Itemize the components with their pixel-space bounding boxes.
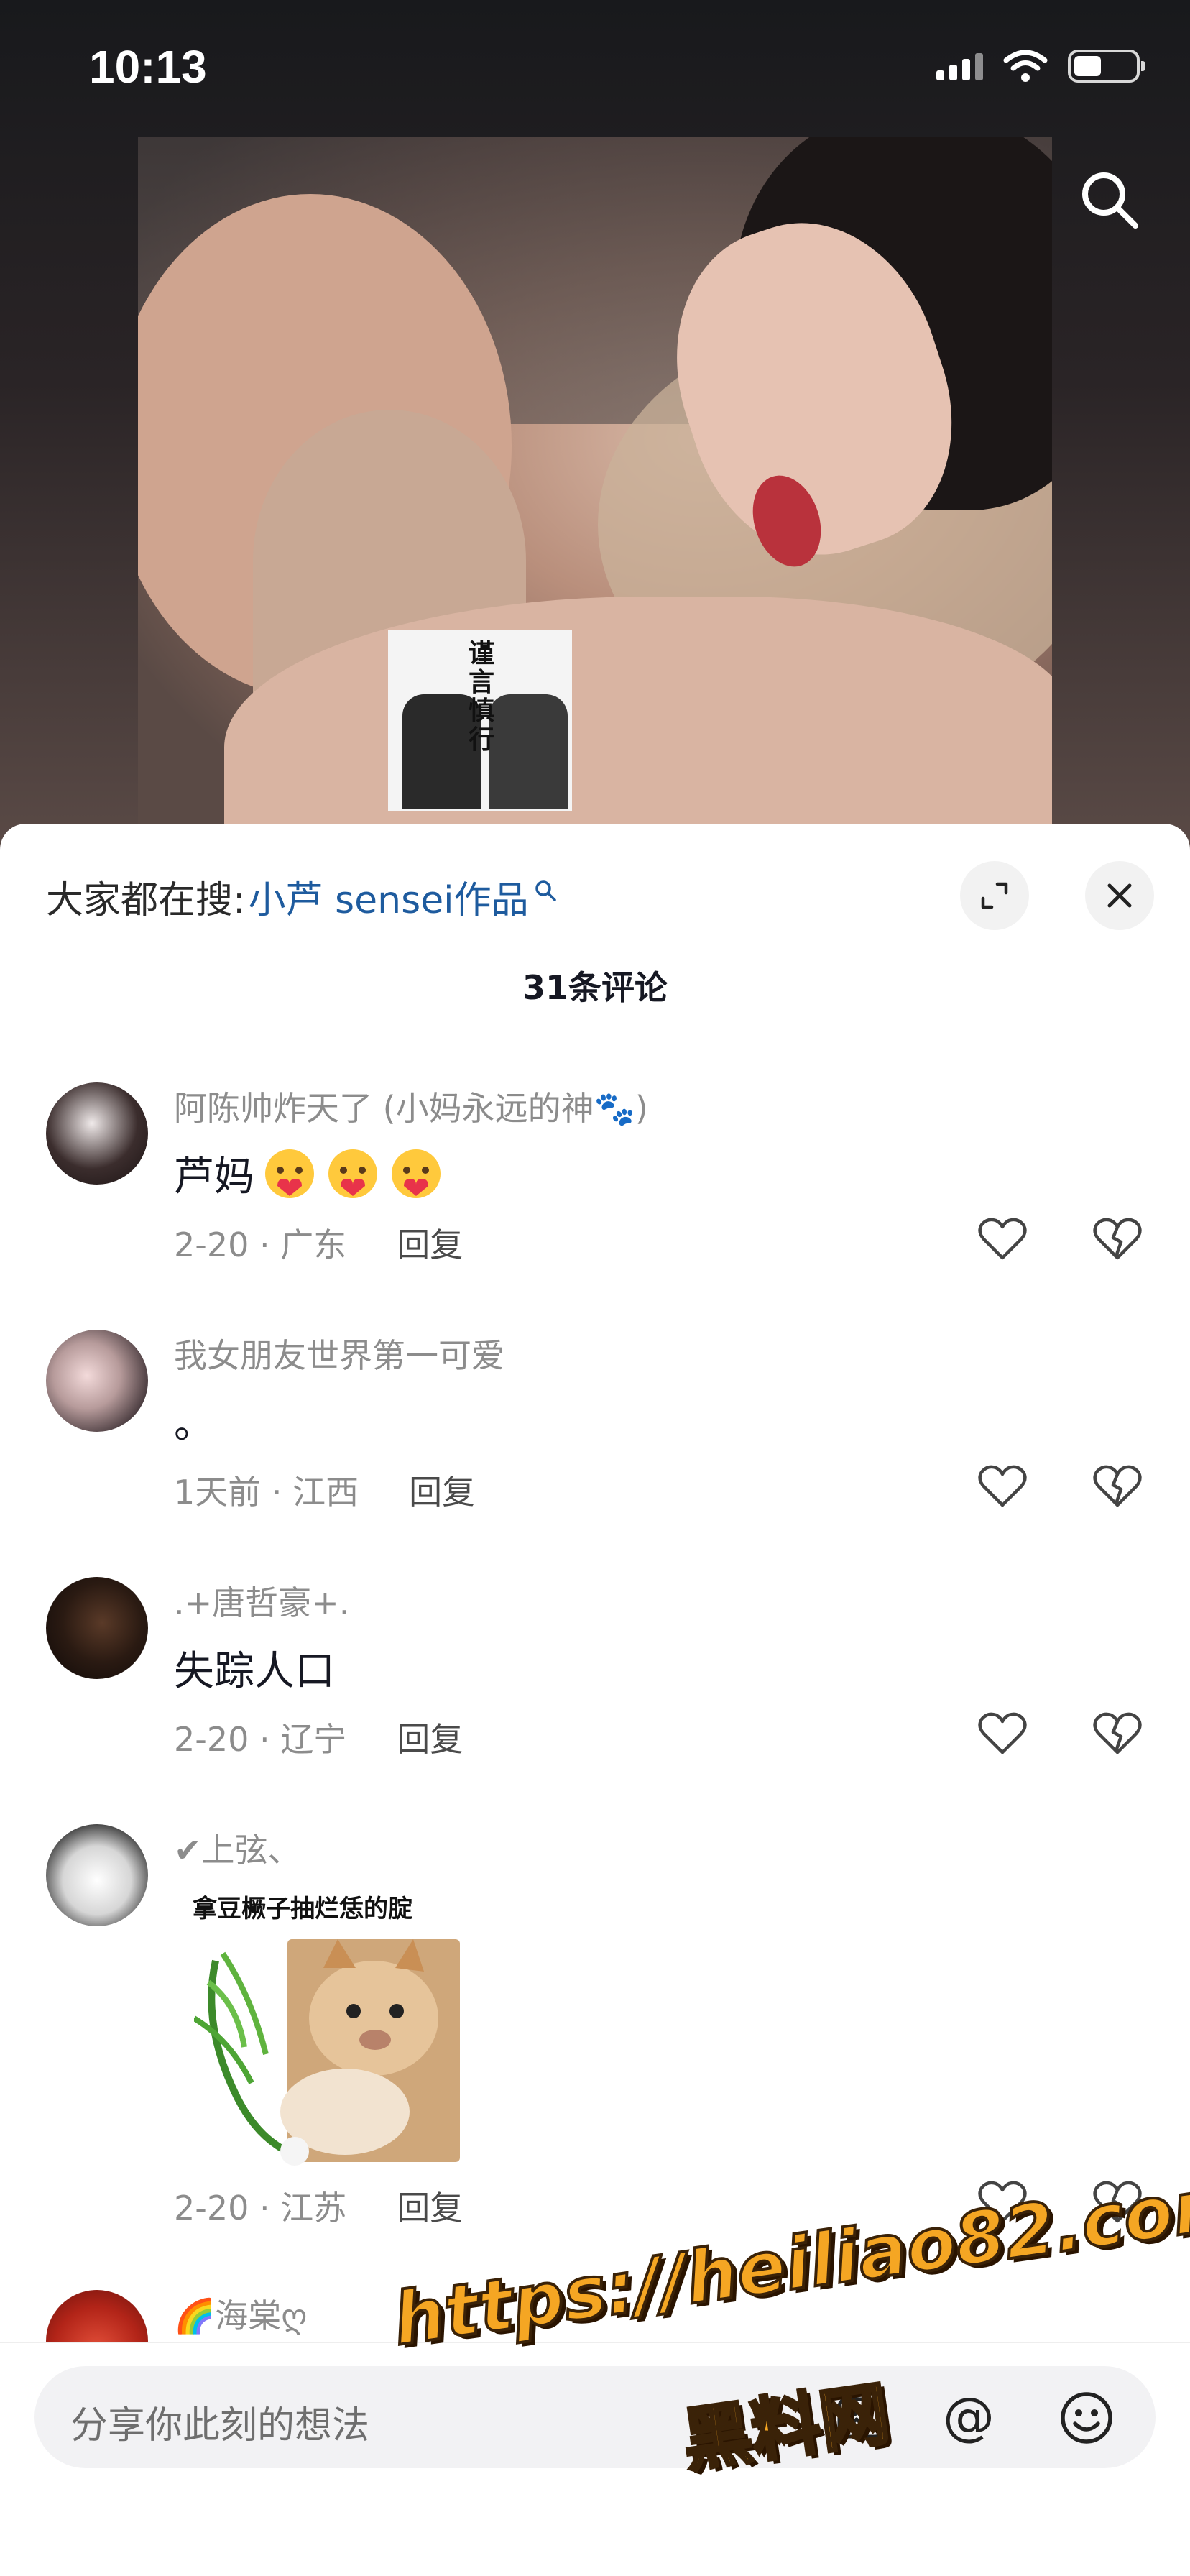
comment-meta: 2-20 · 辽宁 回复 [174, 1714, 463, 1761]
comment-author[interactable]: .+唐哲豪+. [174, 1577, 349, 1624]
search-icon [535, 880, 556, 901]
avatar[interactable] [46, 1824, 148, 1926]
heart-icon[interactable] [977, 1711, 1028, 1757]
video-sticker-caption: 谨言慎行 [468, 639, 494, 755]
close-icon [1107, 883, 1132, 908]
comment-date-location: 2-20 · 广东 [174, 1225, 347, 1264]
cat-sticker-image [192, 1939, 460, 2166]
comment-meta: 1天前 · 江西 回复 [174, 1466, 475, 1514]
comment-date-location: 1天前 · 江西 [174, 1473, 359, 1512]
hot-search-link[interactable]: 小芦 sensei作品 [249, 870, 529, 924]
search-icon[interactable] [1076, 167, 1143, 233]
comment-text-content: 芦妈 [174, 1154, 254, 1200]
expand-icon [981, 882, 1008, 909]
hot-search[interactable]: 大家都在搜: 小芦 sensei作品 [46, 870, 558, 924]
broken-heart-icon[interactable] [1092, 1711, 1143, 1757]
comment-author[interactable]: ✔上弦、 [174, 1824, 301, 1872]
heart-icon[interactable] [977, 1463, 1028, 1509]
comment-meta: 2-20 · 广东 回复 [174, 1219, 463, 1266]
comment-date-location: 2-20 · 辽宁 [174, 1720, 347, 1759]
heart-icon[interactable] [977, 1216, 1028, 1262]
comment-input[interactable]: 分享你此刻的想法 @ [34, 2366, 1156, 2468]
comment-input-bar: 分享你此刻的想法 @ [0, 2342, 1190, 2576]
status-time: 10:13 [89, 41, 207, 93]
comment-meta: 2-20 · 江苏 回复 [174, 2182, 463, 2230]
hot-search-prefix: 大家都在搜: [46, 879, 246, 922]
reply-button[interactable]: 回复 [397, 2182, 463, 2230]
reply-button[interactable]: 回复 [409, 1466, 475, 1514]
battery-icon [1068, 50, 1145, 83]
reply-button[interactable]: 回复 [397, 1714, 463, 1761]
video-frame[interactable]: 谨言慎行 [138, 137, 1052, 855]
close-button[interactable] [1085, 861, 1154, 930]
cat-sticker[interactable] [192, 1939, 467, 2169]
signal-icon [936, 52, 983, 80]
comment-author[interactable]: 阿陈帅炸天了 (小妈永远的神🐾) [174, 1082, 648, 1130]
comment-text: 。 [174, 1401, 214, 1448]
comment-count: 31条评论 [522, 968, 668, 1007]
emoji-icon[interactable] [1058, 2389, 1115, 2447]
comment-text: 芦妈 [174, 1144, 444, 1202]
wifi-icon [1003, 50, 1048, 82]
blush-emoji-icon [265, 1149, 314, 1198]
sticker-caption: 拿豆橛子抽烂恁的腚 [193, 1895, 412, 1923]
avatar[interactable] [46, 1330, 148, 1432]
broken-heart-icon[interactable] [1092, 1463, 1143, 1509]
avatar[interactable] [46, 1577, 148, 1679]
status-icons [936, 49, 1145, 83]
comment-input-placeholder: 分享你此刻的想法 [70, 2404, 370, 2447]
status-bar: 10:13 [0, 0, 1190, 137]
blush-emoji-icon [328, 1149, 377, 1198]
at-icon[interactable]: @ [943, 2386, 1000, 2447]
video-sticker: 谨言慎行 [388, 630, 572, 811]
reply-button[interactable]: 回复 [397, 1219, 463, 1266]
expand-button[interactable] [960, 861, 1029, 930]
comment-date-location: 2-20 · 江苏 [174, 2189, 347, 2227]
avatar[interactable] [46, 1082, 148, 1184]
comment-author[interactable]: 我女朋友世界第一可爱 [174, 1330, 504, 1377]
blush-emoji-icon [392, 1149, 441, 1198]
comment-author[interactable]: 🌈海棠ღ [174, 2290, 307, 2337]
broken-heart-icon[interactable] [1092, 1216, 1143, 1262]
comment-text: 失踪人口 [174, 1648, 335, 1695]
